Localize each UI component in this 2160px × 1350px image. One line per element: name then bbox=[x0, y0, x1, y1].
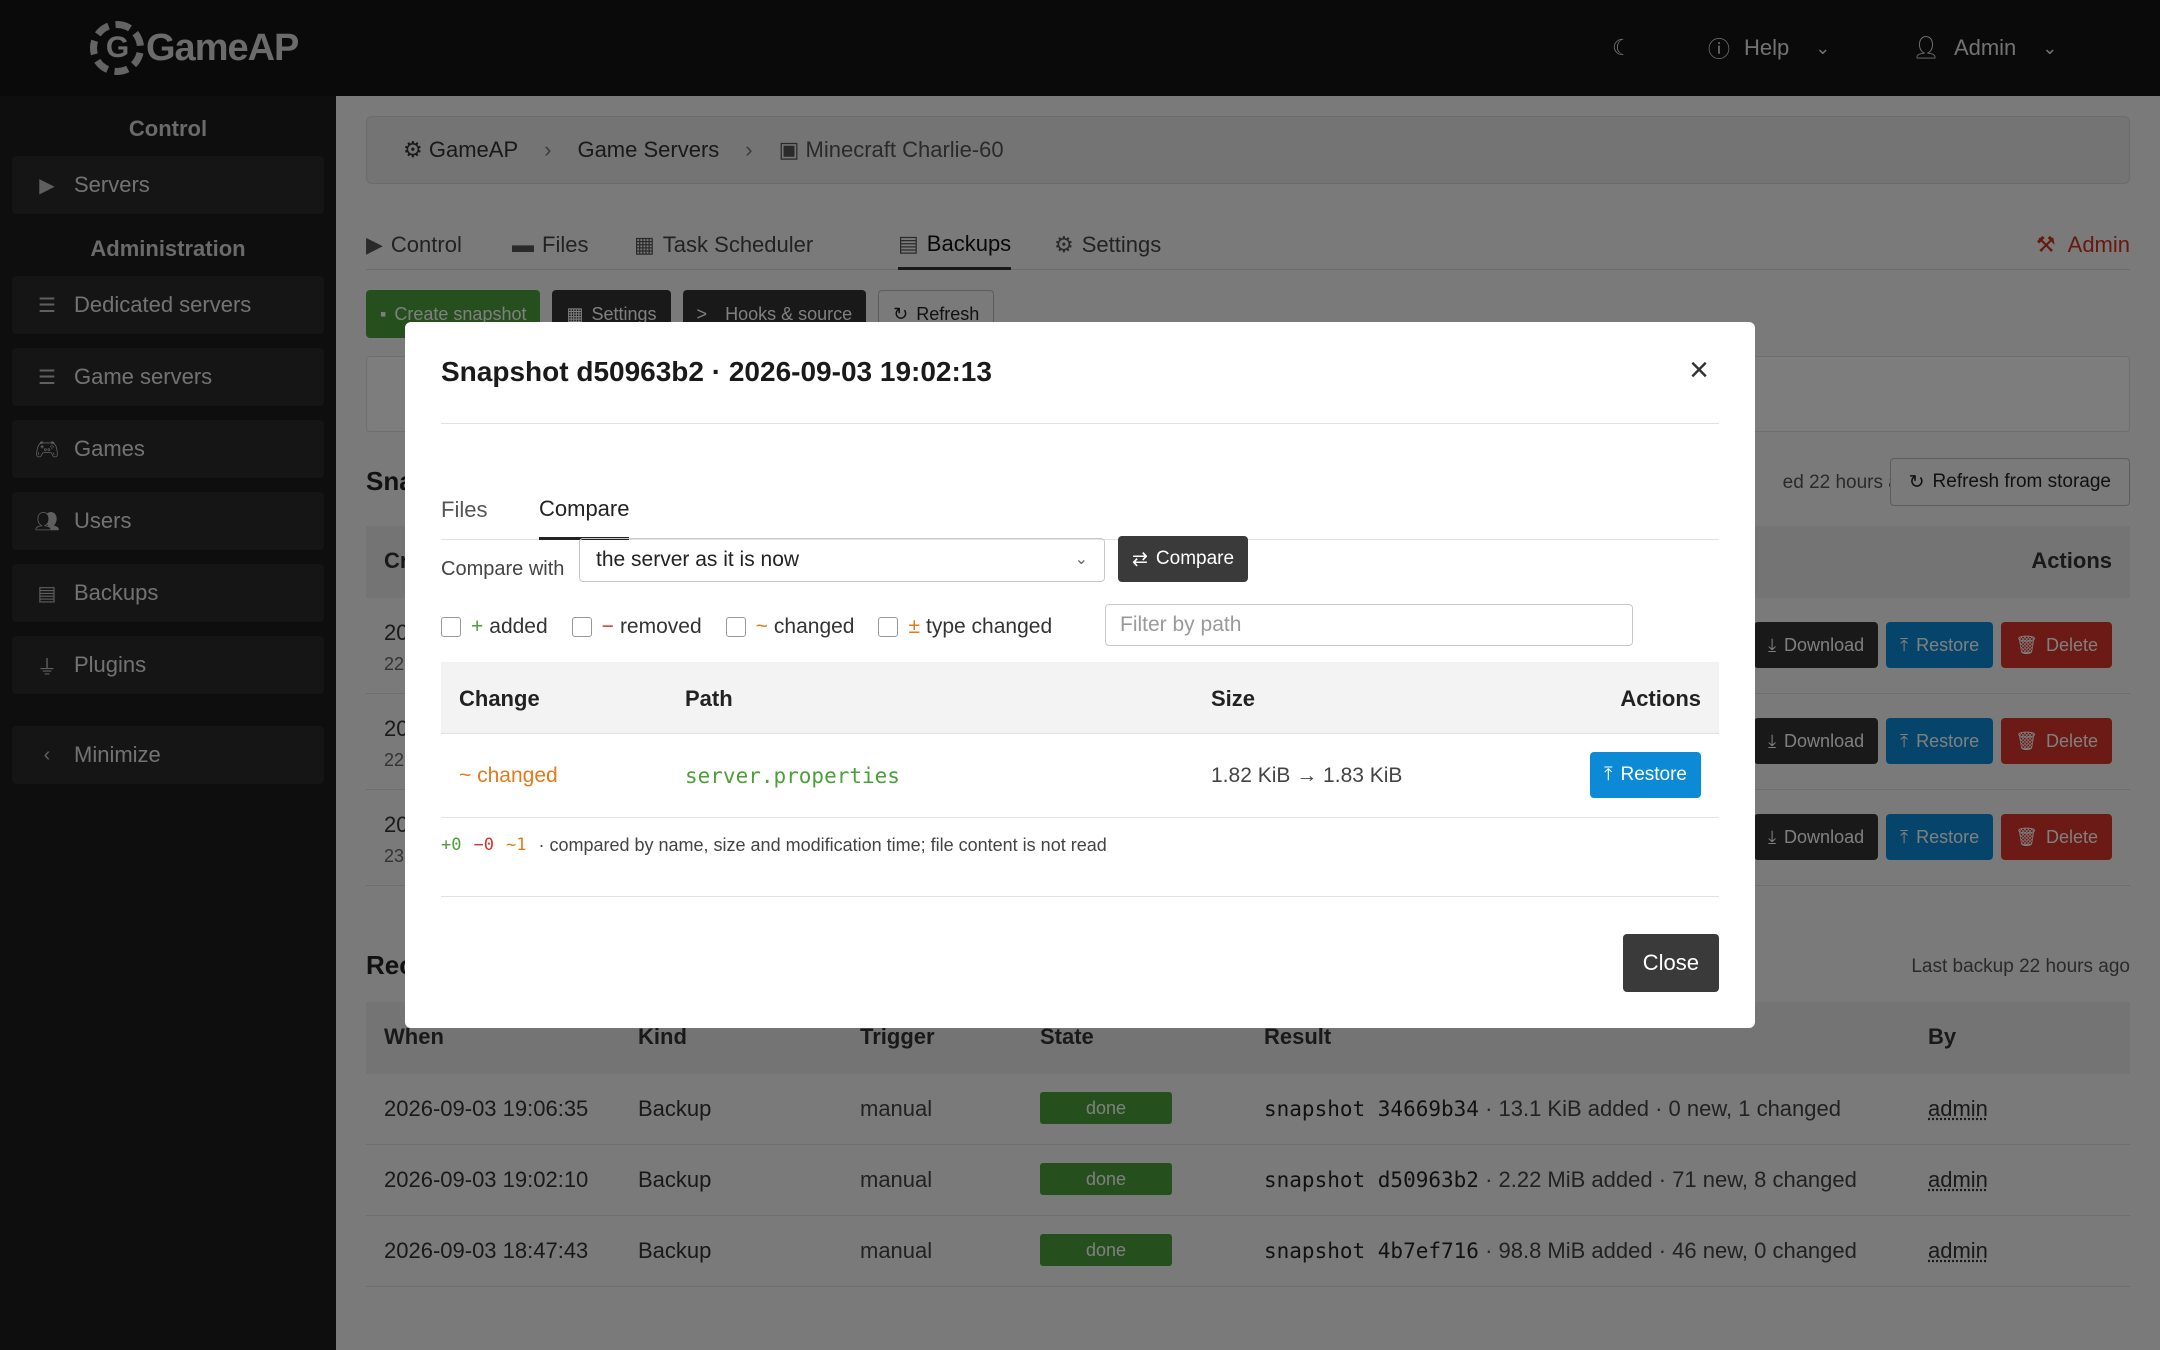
upload-icon: ⤒ bbox=[1604, 764, 1613, 785]
chevron-down-icon: ⌄ bbox=[1074, 551, 1088, 568]
snapshot-modal: Snapshot d50963b2 · 2026-09-03 19:02:13 … bbox=[405, 322, 1755, 1028]
close-icon[interactable]: × bbox=[1679, 350, 1719, 390]
checkbox[interactable] bbox=[725, 617, 746, 637]
checkbox[interactable] bbox=[571, 617, 592, 637]
code-compare-icon: ⇄ bbox=[1132, 548, 1148, 570]
change-filters: + added − removed ~ changed ± type chang… bbox=[441, 604, 1076, 650]
modal-tabs: Files Compare bbox=[441, 470, 1719, 540]
summary-note: · compared by name, size and modificatio… bbox=[538, 834, 1107, 855]
table-row: ~ changed server.properties 1.82 KiB → 1… bbox=[441, 734, 1719, 818]
summary-removed: −0 bbox=[473, 835, 494, 855]
modal-title: Snapshot d50963b2 · 2026-09-03 19:02:13 bbox=[441, 356, 992, 387]
restore-file-button[interactable]: ⤒ Restore bbox=[1590, 752, 1701, 798]
summary-added: +0 bbox=[441, 835, 462, 855]
tab-files[interactable]: Files bbox=[441, 470, 487, 540]
filter-removed[interactable]: − removed bbox=[571, 615, 702, 639]
tab-compare[interactable]: Compare bbox=[539, 470, 630, 540]
file-size-change: 1.82 KiB → 1.83 KiB bbox=[1211, 764, 1403, 787]
diff-table-header: Change Path Size Actions bbox=[441, 662, 1719, 734]
compare-with-label: Compare with bbox=[441, 557, 565, 580]
added-symbol: + bbox=[471, 615, 484, 638]
column-change: Change bbox=[459, 686, 540, 711]
filter-by-path-input[interactable] bbox=[1105, 604, 1633, 646]
removed-symbol: − bbox=[601, 615, 614, 638]
checkbox[interactable] bbox=[878, 617, 899, 637]
type-changed-symbol: ± bbox=[908, 615, 921, 638]
change-type: ~ changed bbox=[459, 764, 558, 787]
compare-with-value: the server as it is now bbox=[596, 548, 800, 571]
divider bbox=[441, 423, 1719, 424]
summary-changed: ~1 bbox=[505, 835, 527, 855]
compare-button[interactable]: ⇄ Compare bbox=[1118, 536, 1249, 582]
column-size: Size bbox=[1211, 686, 1256, 711]
diff-summary: +0 −0 ~1 · compared by name, size and mo… bbox=[441, 830, 1107, 860]
column-actions: Actions bbox=[1620, 686, 1701, 711]
filter-changed[interactable]: ~ changed bbox=[725, 615, 854, 639]
checkbox[interactable] bbox=[441, 617, 461, 637]
close-button[interactable]: Close bbox=[1622, 934, 1719, 992]
compare-with-select[interactable]: the server as it is now ⌄ bbox=[579, 538, 1105, 582]
filter-added[interactable]: + added bbox=[441, 615, 548, 639]
file-path: server.properties bbox=[685, 764, 900, 788]
divider bbox=[441, 896, 1719, 897]
column-path: Path bbox=[685, 686, 733, 711]
changed-symbol: ~ bbox=[755, 615, 768, 638]
filter-type-changed[interactable]: ± type changed bbox=[878, 615, 1052, 639]
